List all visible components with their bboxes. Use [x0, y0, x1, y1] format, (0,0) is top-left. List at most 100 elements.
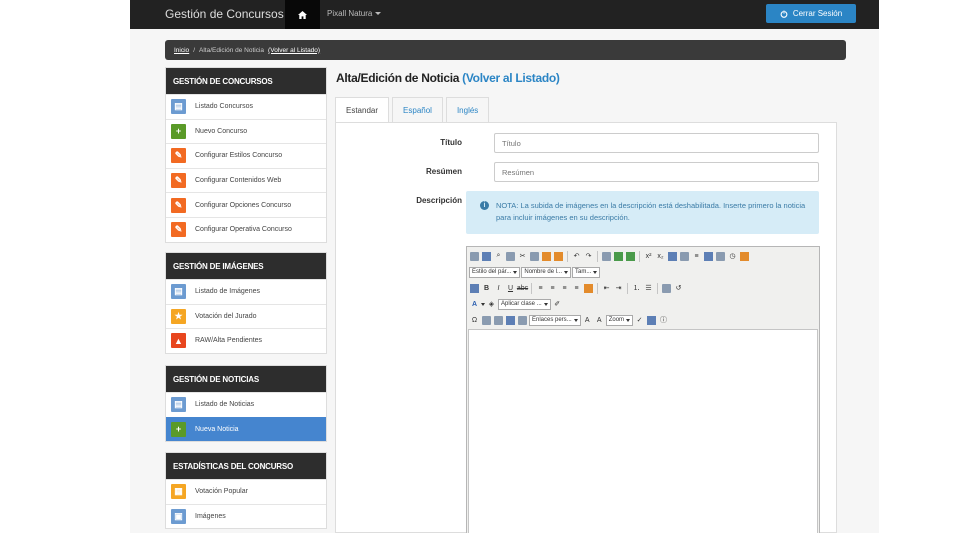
sidebar-item-label: Listado Concursos [195, 103, 253, 111]
font-size-down-icon[interactable]: A [594, 315, 605, 326]
zoom-select[interactable]: Zoom [605, 314, 634, 326]
sidebar-header: GESTIÓN DE NOTICIAS [166, 366, 326, 392]
sidebar-item-listado-imagenes[interactable]: ▤ Listado de Imágenes [166, 279, 326, 304]
help-icon[interactable] [740, 251, 749, 261]
warning-icon: ▲ [171, 333, 186, 349]
media-icon[interactable] [647, 315, 657, 325]
chevron-down-icon[interactable] [481, 302, 485, 306]
paragraph-style-select[interactable]: Estilo del pár... [469, 266, 521, 278]
breadcrumb-back-link[interactable]: (Volver al Listado) [268, 47, 320, 54]
paste-special-icon[interactable] [554, 251, 563, 261]
anchor-icon[interactable] [518, 315, 527, 325]
sidebar-item-label: Configurar Estilos Concurso [195, 152, 283, 160]
page-title-text: Alta/Edición de Noticia [336, 71, 460, 85]
print-icon[interactable] [470, 251, 479, 261]
subscript-icon[interactable]: x₂ [655, 251, 666, 262]
sidebar-item-opciones[interactable]: ✎ Configurar Opciones Concurso [166, 192, 326, 217]
cleanup-icon[interactable]: ↺ [673, 283, 684, 294]
source-icon[interactable] [602, 251, 611, 261]
breadcrumb-home-link[interactable]: Inicio [174, 47, 189, 54]
fullscreen-icon[interactable] [626, 251, 635, 261]
font-family-select[interactable]: Nombre de l... [521, 266, 572, 278]
paste-icon[interactable] [542, 251, 551, 261]
format-brush-icon[interactable]: ✐ [552, 299, 563, 310]
back-to-list-link[interactable]: (Volver al Listado) [462, 71, 560, 85]
font-size-select[interactable]: Tam... [572, 266, 601, 278]
indent-icon[interactable]: ⇥ [613, 283, 624, 294]
sidebar-item-estilos[interactable]: ✎ Configurar Estilos Concurso [166, 143, 326, 168]
brand-title[interactable]: Gestión de Concursos [165, 7, 284, 21]
text-color-icon[interactable]: A [469, 299, 480, 310]
select-all-icon[interactable] [506, 251, 515, 261]
contest-dropdown[interactable]: Pixall Natura [327, 9, 382, 18]
sidebar-item-contenidos[interactable]: ✎ Configurar Contenidos Web [166, 167, 326, 193]
tab-espanol[interactable]: Español [392, 97, 443, 123]
italic-icon[interactable]: I [493, 283, 504, 294]
align-icon[interactable]: ≡ [691, 251, 702, 262]
contest-dropdown-label: Pixall Natura [327, 9, 373, 18]
spell-icon[interactable]: ✓ [634, 315, 645, 326]
copy-icon[interactable] [530, 251, 539, 261]
editor-toolbar-row-4: A ◈ Aplicar clase ... ✐ [469, 297, 563, 311]
undo-icon[interactable]: ↶ [571, 251, 582, 262]
preview-icon[interactable] [614, 251, 623, 261]
blockquote-icon[interactable] [662, 283, 671, 293]
style-icon[interactable] [584, 283, 593, 293]
ordered-list-icon[interactable]: ⒈ [631, 283, 642, 294]
sidebar-item-nuevo-concurso[interactable]: + Nuevo Concurso [166, 118, 326, 144]
resumen-field[interactable] [494, 162, 819, 182]
sidebar-item-listado-concursos[interactable]: ▤ Listado Concursos [166, 94, 326, 119]
wrench-icon: ✎ [171, 197, 186, 213]
logout-button[interactable]: Cerrar Sesión [766, 4, 856, 23]
sidebar-item-imagenes[interactable]: ▣ Imágenes [166, 503, 326, 529]
tab-ingles[interactable]: Inglés [445, 97, 490, 123]
sidebar-item-label: Configurar Opciones Concurso [195, 201, 292, 209]
language-tabs: Estandar Español Inglés [335, 97, 492, 123]
align-right-icon[interactable]: ≡ [559, 283, 570, 294]
spellcheck-icon[interactable] [482, 251, 491, 261]
template-icon[interactable] [680, 251, 689, 261]
superscript-icon[interactable]: x² [643, 251, 654, 262]
link-icon[interactable] [506, 315, 515, 325]
breadcrumb-separator: / [193, 46, 195, 54]
find-icon[interactable]: ⌕ [493, 251, 504, 262]
about-icon[interactable]: ⓘ [658, 315, 669, 326]
sidebar-item-votacion-popular[interactable]: ▦ Votación Popular [166, 479, 326, 504]
titulo-input[interactable] [495, 134, 818, 152]
outdent-icon[interactable]: ⇤ [601, 283, 612, 294]
sidebar-item-raw-pendientes[interactable]: ▲ RAW/Alta Pendientes [166, 328, 326, 353]
align-left-icon[interactable]: ≡ [535, 283, 546, 294]
sidebar-item-votacion-jurado[interactable]: ★ Votación del Jurado [166, 303, 326, 329]
apply-class-select[interactable]: Aplicar clase ... [498, 298, 551, 310]
cut-icon[interactable]: ✂ [517, 251, 528, 262]
redo-icon[interactable]: ↷ [583, 251, 594, 262]
titulo-label: Título [440, 138, 462, 147]
insert-icon[interactable] [704, 251, 713, 261]
time-icon[interactable]: ◷ [727, 251, 738, 262]
editor-content-area[interactable] [468, 329, 818, 533]
align-center-icon[interactable]: ≡ [547, 283, 558, 294]
new-document-icon[interactable] [470, 283, 479, 293]
sidebar-item-nueva-noticia[interactable]: + Nueva Noticia [166, 416, 326, 442]
home-button[interactable] [285, 0, 320, 29]
tab-estandar[interactable]: Estandar [335, 97, 390, 123]
sidebar-item-operativa[interactable]: ✎ Configurar Operativa Concurso [166, 216, 326, 242]
form-panel: Título Resúmen Descripción i NOTA: La su… [335, 122, 837, 533]
unordered-list-icon[interactable]: ☰ [643, 283, 654, 294]
date-icon[interactable] [716, 251, 725, 261]
resumen-input[interactable] [495, 163, 818, 181]
custom-links-select[interactable]: Enlaces pers... [529, 314, 581, 326]
insert-table-icon[interactable] [482, 315, 491, 325]
align-justify-icon[interactable]: ≡ [571, 283, 582, 294]
wrench-icon: ✎ [171, 173, 186, 189]
font-size-up-icon[interactable]: A [582, 315, 593, 326]
table-icon[interactable] [668, 251, 677, 261]
sidebar-item-listado-noticias[interactable]: ▤ Listado de Noticias [166, 392, 326, 417]
special-char-icon[interactable]: Ω [469, 315, 480, 326]
row-props-icon[interactable] [494, 315, 503, 325]
background-color-icon[interactable]: ◈ [486, 299, 497, 310]
underline-icon[interactable]: U [505, 283, 516, 294]
strikethrough-icon[interactable]: abc [517, 283, 528, 294]
bold-icon[interactable]: B [481, 283, 492, 294]
titulo-field[interactable] [494, 133, 819, 153]
